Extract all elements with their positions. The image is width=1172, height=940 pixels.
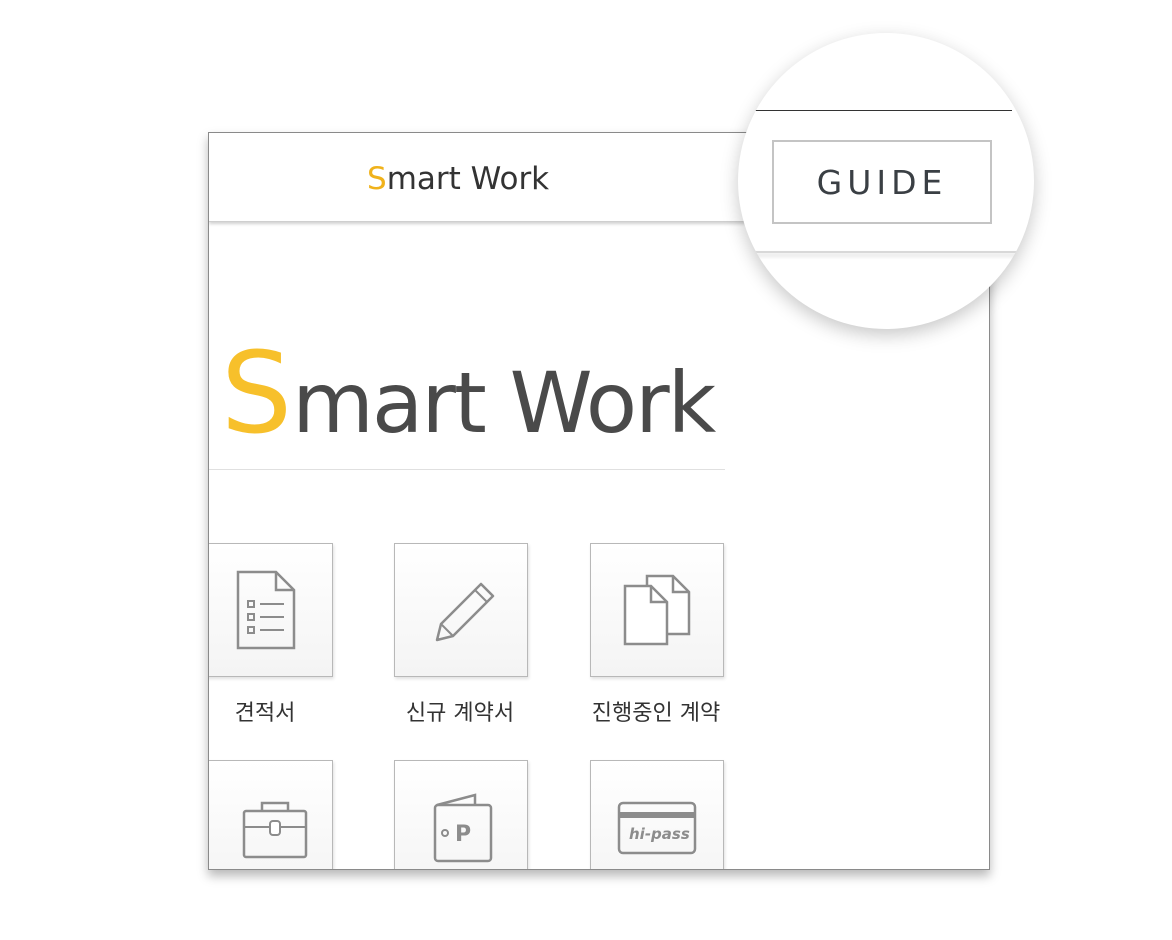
documents-copy-icon [623,574,691,646]
svg-text:P: P [455,822,471,847]
svg-text:hi-pass: hi-pass [629,825,690,843]
hipass-card-icon: hi-pass [617,801,697,855]
tile-estimate[interactable] [209,543,333,677]
tile-ongoing-contract[interactable] [590,543,724,677]
header-title: Smart Work [367,161,549,197]
guide-magnifier: GUIDE [738,33,1034,329]
document-list-icon [236,570,296,650]
hero-logo: Smart Work [221,338,716,452]
tile-label-estimate: 견적서 [234,701,296,726]
tile-hipass[interactable]: hi-pass [590,760,724,869]
magnifier-device-edge [752,110,1012,111]
guide-button[interactable]: GUIDE [772,140,992,224]
hero-logo-rest: mart Work [292,354,716,452]
tile-briefcase[interactable] [209,760,333,869]
magnifier-header-edge [738,251,1034,253]
tile-parking[interactable]: P [394,760,528,869]
header-title-accent: S [367,161,387,197]
pencil-icon [435,582,495,642]
hero-logo-accent: S [221,329,293,459]
hero-divider [209,469,725,470]
briefcase-icon [242,801,308,859]
parking-card-icon: P [433,793,493,863]
tile-label-ongoing-contract: 진행중인 계약 [591,701,721,726]
header-title-rest: mart Work [386,161,550,197]
tile-label-new-contract: 신규 계약서 [405,701,515,726]
tile-new-contract[interactable] [394,543,528,677]
